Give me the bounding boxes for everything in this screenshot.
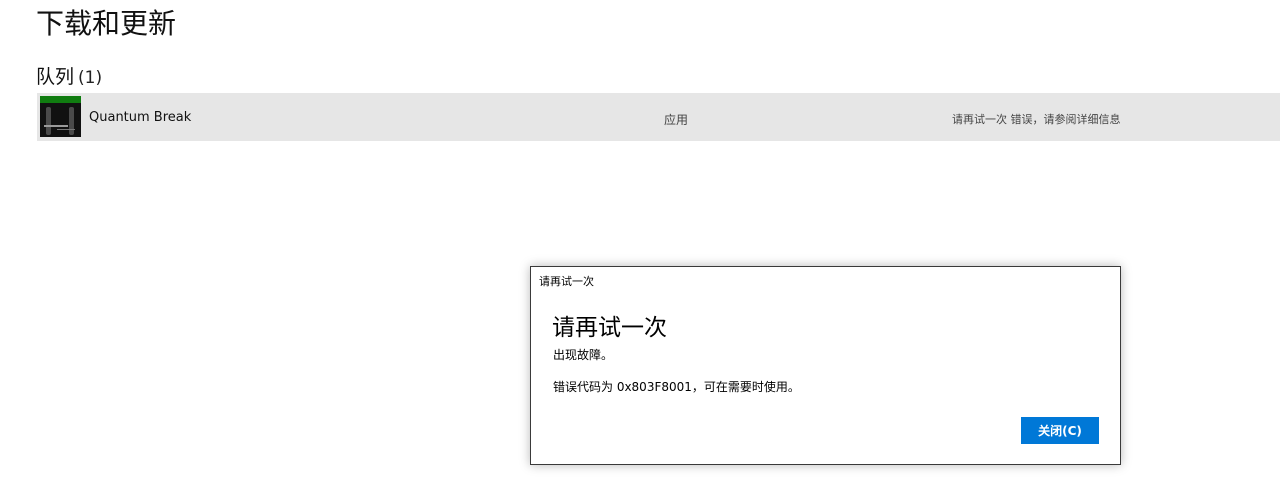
cover-figure-left xyxy=(46,107,51,135)
queue-heading-label: 队列 xyxy=(36,66,75,88)
queue-heading: 队列 (1) xyxy=(36,62,102,89)
dialog-caption: 请再试一次 xyxy=(539,275,594,288)
queue-count: (1) xyxy=(78,68,103,88)
queue-item-status[interactable]: 请再试一次 错误，请参阅详细信息 xyxy=(952,111,1121,127)
cover-logo-subline xyxy=(57,129,75,130)
queue-item-row[interactable]: Quantum Break 应用 请再试一次 错误，请参阅详细信息 xyxy=(37,93,1280,141)
dialog-error-code: 错误代码为 0x803F8001，可在需要时使用。 xyxy=(553,380,800,394)
close-button[interactable]: 关闭(C) xyxy=(1021,417,1099,444)
dialog-heading: 请再试一次 xyxy=(552,315,667,341)
cover-figure-right xyxy=(69,107,74,135)
dialog-message: 出现故障。 xyxy=(553,348,614,362)
quantum-break-cover-icon xyxy=(40,96,81,137)
xbox-banner xyxy=(40,96,81,103)
queue-item-type: 应用 xyxy=(664,113,689,127)
queue-item-name: Quantum Break xyxy=(89,110,192,125)
cover-logo-line xyxy=(44,125,68,127)
error-dialog: 请再试一次 请再试一次 出现故障。 错误代码为 0x803F8001，可在需要时… xyxy=(530,266,1121,465)
store-downloads-page: 下载和更新 队列 (1) Quantum Break 应用 请再试一次 错误，请参… xyxy=(0,0,1280,477)
page-title: 下载和更新 xyxy=(36,7,177,40)
